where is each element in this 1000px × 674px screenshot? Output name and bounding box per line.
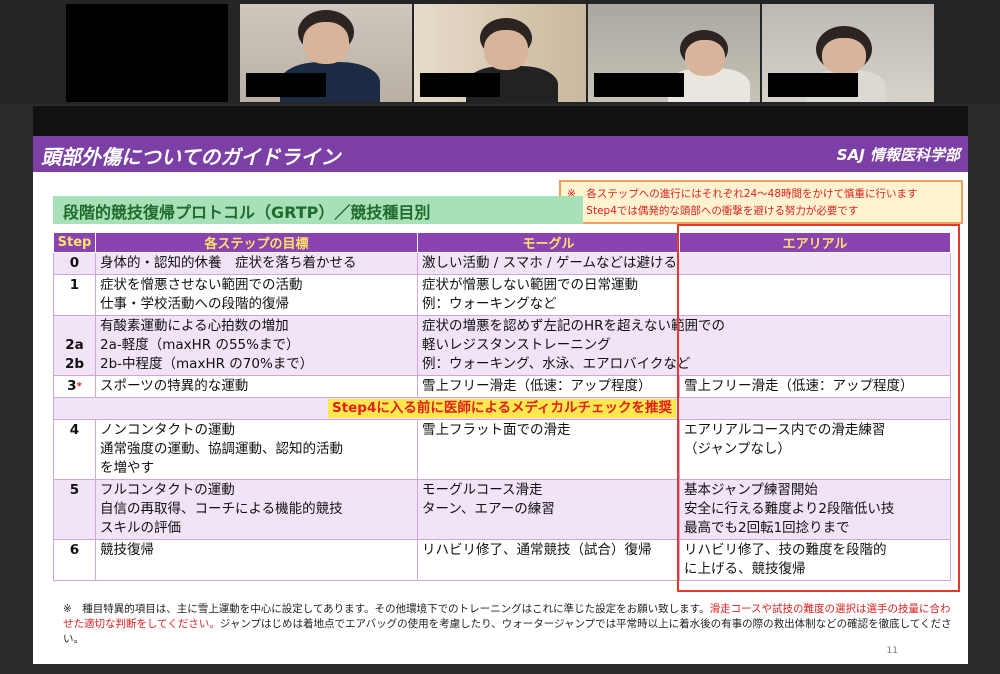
name-label-redacted <box>246 73 326 97</box>
step-mogul: 雪上フリー滑走（低速：アップ程度） <box>417 375 680 398</box>
caution-note-1: ※ 各ステップへの進行にはそれぞれ24～48時間をかけて慎重に行います <box>567 188 918 200</box>
slide-subtitle: 段階的競技復帰プロトコル（GRTP）／競技種目別 <box>63 203 431 222</box>
page-number: 11 <box>886 646 898 656</box>
slide-top-band <box>33 106 968 136</box>
caution-note-2: ※ Step4では偶発的な頭部への衝撃を避ける努力が必要です <box>567 205 859 217</box>
step-number: 2a 2b <box>53 315 96 376</box>
step-number: 1 <box>53 274 96 316</box>
medical-check-row: Step4に入る前に医師によるメディカルチェックを推奨 <box>53 397 951 420</box>
step-number: 5 <box>53 479 96 540</box>
step-goal: 症状を憎悪させない範囲での活動 仕事・学校活動への段階的復帰 <box>95 274 418 316</box>
grtp-table: Step 各ステップの目標 モーグル エアリアル 0 身体的・認知的休養 症状を… <box>53 232 951 581</box>
step-aerial: エアリアルコース内での滑走練習 （ジャンプなし） <box>679 419 951 480</box>
step-aerial: 雪上フリー滑走（低速：アップ程度） <box>679 375 951 398</box>
step-number: 3* <box>53 375 96 398</box>
name-label-redacted <box>594 73 684 97</box>
step-mogul: 雪上フラット面での滑走 <box>417 419 680 480</box>
step-goal: ノンコンタクトの運動 通常強度の運動、協調運動、認知的活動 を増やす <box>95 419 418 480</box>
medical-check-text: Step4に入る前に医師によるメディカルチェックを推奨 <box>327 399 677 418</box>
video-tile-camera-off[interactable] <box>66 4 228 102</box>
step-mogul: リハビリ修了、通常競技（試合）復帰 <box>417 539 680 581</box>
video-tile-participant-2[interactable] <box>414 4 586 102</box>
header-mogul: モーグル <box>417 232 680 253</box>
slide-org: SAJ 情報医科学部 <box>836 146 960 164</box>
step-goal: 競技復帰 <box>95 539 418 581</box>
step-goal: フルコンタクトの運動 自信の再取得、コーチによる機能的競技 スキルの評価 <box>95 479 418 540</box>
asterisk-mark: * <box>76 381 82 392</box>
table-row-step-6: 6 競技復帰 リハビリ修了、通常競技（試合）復帰 リハビリ修了、技の難度を段階的… <box>53 539 951 581</box>
slide-title: 頭部外傷についてのガイドライン <box>41 145 341 169</box>
subtitle-bar: 段階的競技復帰プロトコル（GRTP）／競技種目別 <box>53 196 583 224</box>
step-mogul: モーグルコース滑走 ターン、エアーの練習 <box>417 479 680 540</box>
step-number: 0 <box>53 252 96 275</box>
step-goal: 身体的・認知的休養 症状を落ち着かせる <box>95 252 418 275</box>
name-label-redacted <box>420 73 500 97</box>
table-header-row: Step 各ステップの目標 モーグル エアリアル <box>53 232 951 253</box>
table-row-step-1: 1 症状を憎悪させない範囲での活動 仕事・学校活動への段階的復帰 症状が憎悪しな… <box>53 274 951 316</box>
step-mogul-aerial: 症状が憎悪しない範囲での日常運動 例：ウォーキングなど <box>417 274 951 316</box>
header-goal: 各ステップの目標 <box>95 232 418 253</box>
header-aerial: エアリアル <box>679 232 951 253</box>
step-mogul-aerial: 激しい活動 / スマホ / ゲームなどは避ける <box>417 252 951 275</box>
step-mogul-aerial: 症状の増悪を認めず左記のHRを超えない範囲での 軽いレジスタンストレーニング 例… <box>417 315 951 376</box>
table-row-step-2: 2a 2b 有酸素運動による心拍数の増加 2a-軽度（maxHR の55%まで）… <box>53 315 951 376</box>
step-number: 6 <box>53 539 96 581</box>
video-tile-participant-3[interactable] <box>588 4 760 102</box>
table-row-step-4: 4 ノンコンタクトの運動 通常強度の運動、協調運動、認知的活動 を増やす 雪上フ… <box>53 419 951 480</box>
table-row-step-0: 0 身体的・認知的休養 症状を落ち着かせる 激しい活動 / スマホ / ゲームな… <box>53 252 951 275</box>
shared-slide: 頭部外傷についてのガイドライン SAJ 情報医科学部 ※ 各ステップへの進行には… <box>33 106 968 664</box>
table-row-step-3: 3* スポーツの特異的な運動 雪上フリー滑走（低速：アップ程度） 雪上フリー滑走… <box>53 375 951 398</box>
name-label-redacted <box>768 73 858 97</box>
step-goal: 有酸素運動による心拍数の増加 2a-軽度（maxHR の55%まで） 2b-中程… <box>95 315 418 376</box>
step-aerial: 基本ジャンプ練習開始 安全に行える難度より2段階低い技 最高でも2回転1回捻りま… <box>679 479 951 540</box>
caution-note-box: ※ 各ステップへの進行にはそれぞれ24～48時間をかけて慎重に行います ※ St… <box>559 180 963 224</box>
video-strip <box>0 0 1000 104</box>
header-step: Step <box>53 232 96 253</box>
slide-footnote: ※ 種目特異的項目は、主に雪上運動を中心に設定してあります。その他環境下でのトレ… <box>63 603 952 645</box>
video-tile-participant-4[interactable] <box>762 4 934 102</box>
step-aerial: リハビリ修了、技の難度を段階的 に上げる、競技復帰 <box>679 539 951 581</box>
video-tile-participant-1[interactable] <box>240 4 412 102</box>
step-goal: スポーツの特異的な運動 <box>95 375 418 398</box>
table-row-step-5: 5 フルコンタクトの運動 自信の再取得、コーチによる機能的競技 スキルの評価 モ… <box>53 479 951 540</box>
slide-title-bar: 頭部外傷についてのガイドライン SAJ 情報医科学部 <box>33 136 968 172</box>
step-number: 4 <box>53 419 96 480</box>
